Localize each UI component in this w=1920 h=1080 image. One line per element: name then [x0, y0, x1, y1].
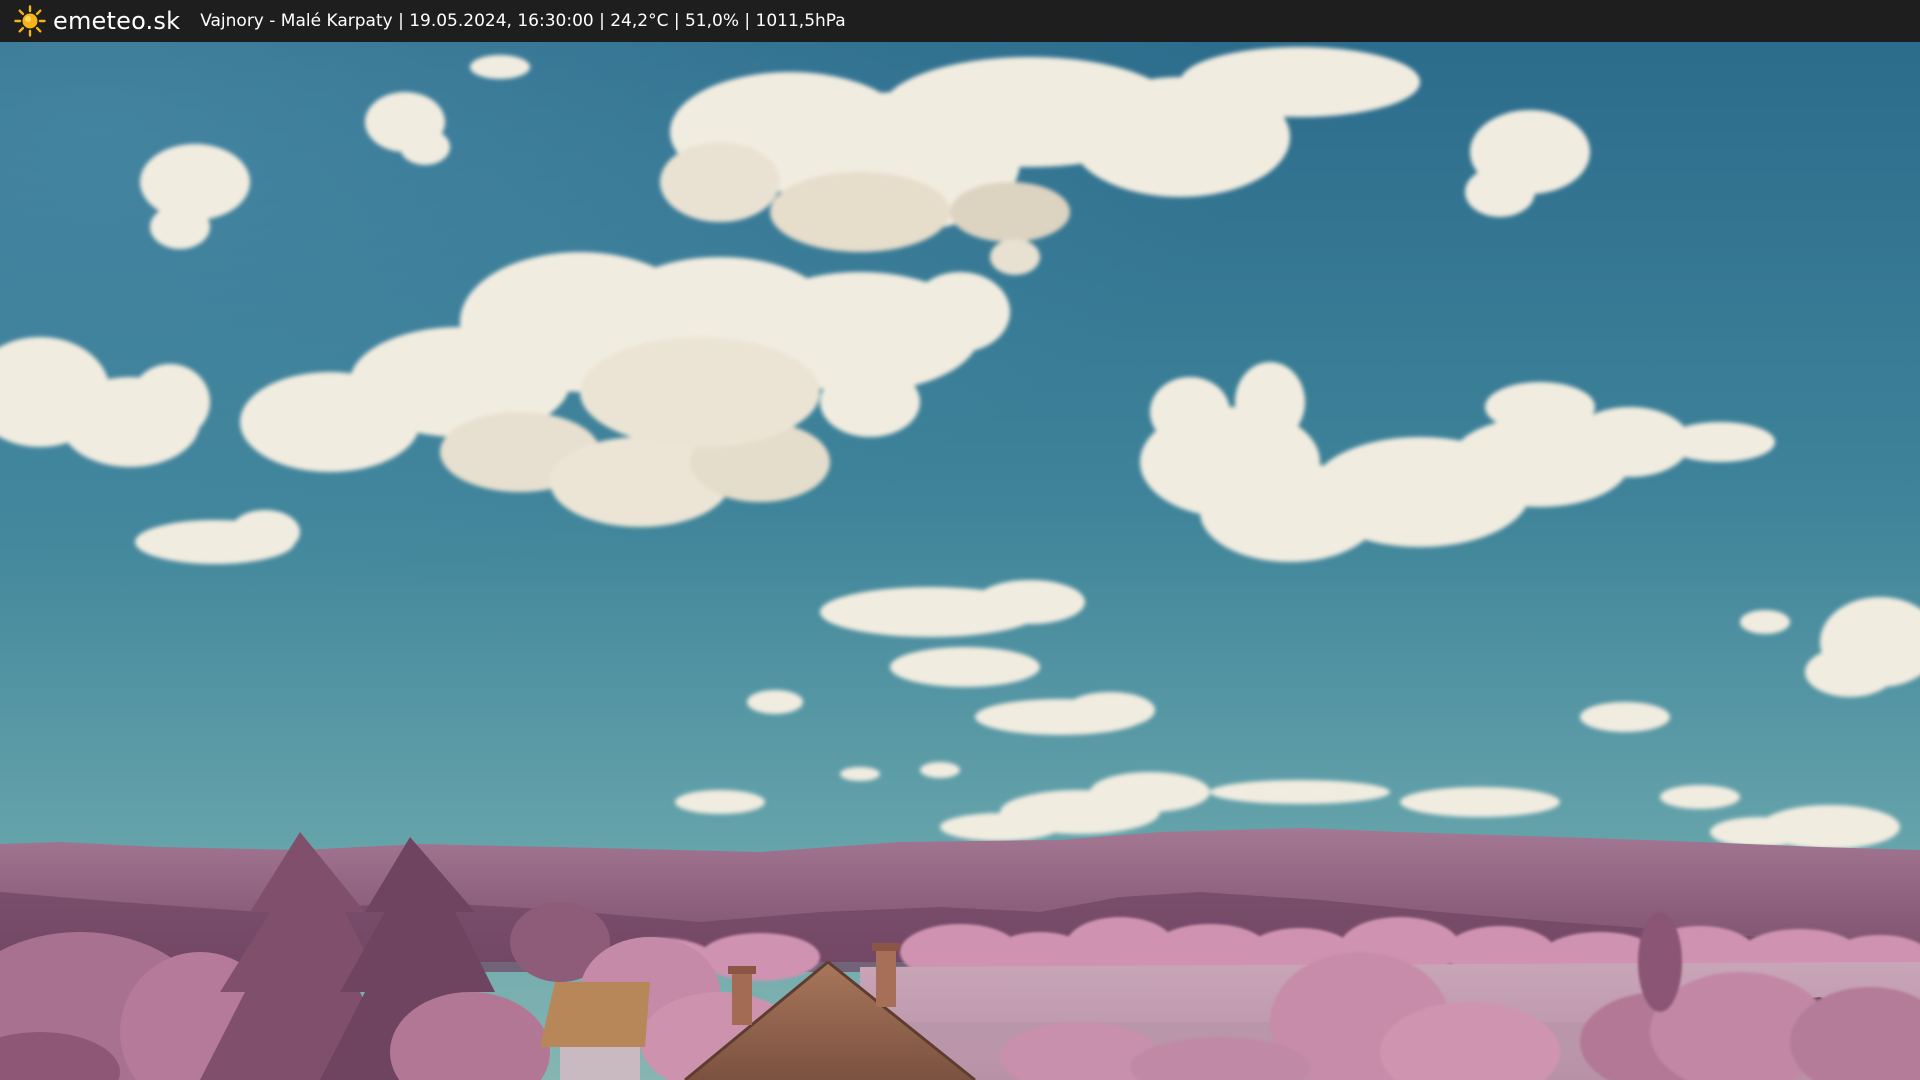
brand-name[interactable]: emeteo.sk: [53, 7, 180, 35]
webcam-frame: emeteo.sk Vajnory - Malé Karpaty | 19.05…: [0, 0, 1920, 1080]
station-info: Vajnory - Malé Karpaty | 19.05.2024, 16:…: [200, 11, 846, 31]
webcam-image: [0, 42, 1920, 1080]
header-bar: emeteo.sk Vajnory - Malé Karpaty | 19.05…: [0, 0, 1920, 42]
sun-icon: [14, 5, 46, 37]
